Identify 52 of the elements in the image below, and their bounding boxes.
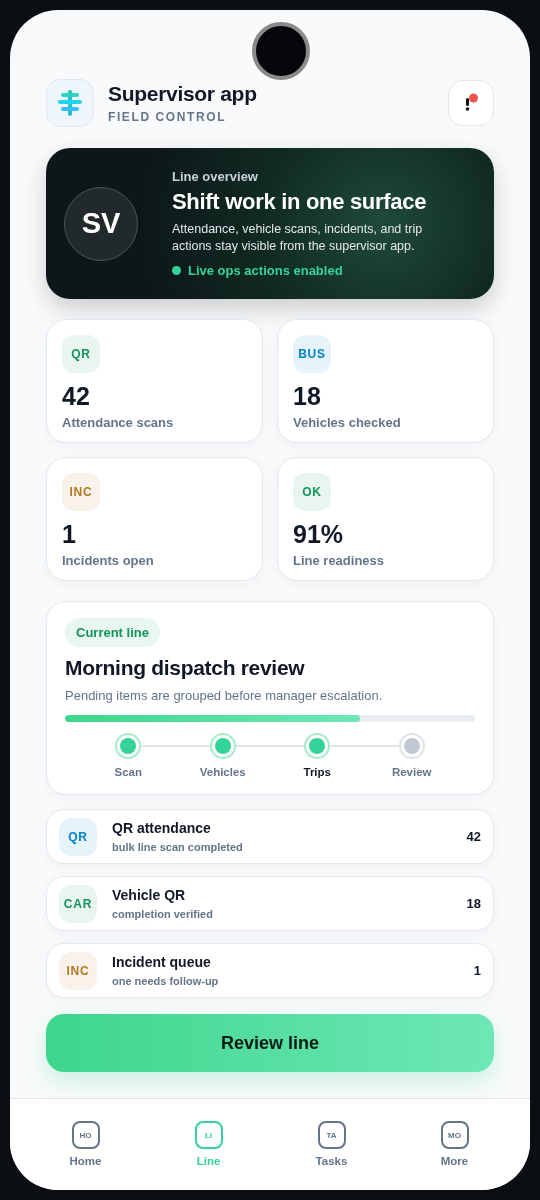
queue-title: QR attendance — [112, 820, 212, 836]
stat-label: Incidents open — [62, 553, 155, 568]
stat-label: Line readiness — [293, 553, 386, 568]
queue-row[interactable]: CAR Vehicle QR completion verified 18 — [46, 876, 494, 931]
nav-icon: LI — [194, 1121, 223, 1149]
queue-tag: QR — [59, 817, 97, 856]
queue-subtitle: completion verified — [112, 908, 214, 920]
stat-value: 42 — [62, 382, 91, 411]
stat-value: 1 — [62, 520, 77, 549]
app-subtitle: FIELD CONTROL — [108, 110, 228, 124]
notification-button[interactable] — [448, 80, 494, 126]
card-description: Attendance, vehicle scans, incidents, and trip actions stay visible from the supervisor app. — [172, 221, 424, 255]
queue-tag: INC — [59, 951, 97, 990]
current-line-badge: Current line — [65, 618, 160, 647]
stat-tag: OK — [293, 473, 331, 511]
avatar: SV — [64, 186, 138, 261]
queue-subtitle: bulk line scan completed — [112, 841, 244, 853]
queue-title: Incident queue — [112, 954, 212, 970]
queue-count: 1 — [473, 963, 481, 978]
stat-label: Attendance scans — [62, 415, 175, 430]
nav-icon: HO — [71, 1121, 100, 1149]
stat-tag: INC — [62, 473, 100, 511]
nav-tab[interactable]: HO Home — [24, 1099, 147, 1190]
stat-tag: BUS — [293, 335, 331, 373]
line-title: Morning dispatch review — [65, 656, 305, 680]
queue-count: 18 — [466, 896, 481, 911]
queue-tag: CAR — [59, 884, 97, 923]
card-title: Shift work in one surface — [172, 189, 428, 215]
nav-icon: TA — [317, 1121, 346, 1149]
nav-tab[interactable]: MO More — [393, 1099, 516, 1190]
step-label: Review — [391, 766, 432, 778]
stat-value: 18 — [293, 382, 322, 411]
step-label: Vehicles — [199, 766, 246, 778]
queue-row[interactable]: QR QR attendance bulk line scan completed 42 — [46, 809, 494, 864]
stat-tag: QR — [62, 335, 100, 373]
queue-title: Vehicle QR — [112, 887, 187, 903]
queue-subtitle: one needs follow-up — [112, 975, 220, 987]
stat-value: 91% — [293, 520, 345, 549]
review-button[interactable]: Review line — [46, 1014, 494, 1072]
camera-notch — [252, 22, 310, 80]
step-label: Scan — [114, 766, 142, 778]
app-title: Supervisor app — [108, 82, 258, 106]
nav-icon: MO — [440, 1121, 469, 1149]
logo-icon — [57, 89, 83, 117]
step-label: Trips — [303, 766, 331, 778]
queue-count: 42 — [466, 829, 481, 844]
nav-tab[interactable]: TA Tasks — [270, 1099, 393, 1190]
line-description: Pending items are grouped before manager escalation. — [65, 688, 383, 703]
queue-row[interactable]: INC Incident queue one needs follow-up 1 — [46, 943, 494, 998]
stat-label: Vehicles checked — [293, 415, 402, 430]
status-text: Live ops actions enabled — [188, 263, 343, 278]
card-eyebrow: Line overview — [172, 169, 259, 184]
